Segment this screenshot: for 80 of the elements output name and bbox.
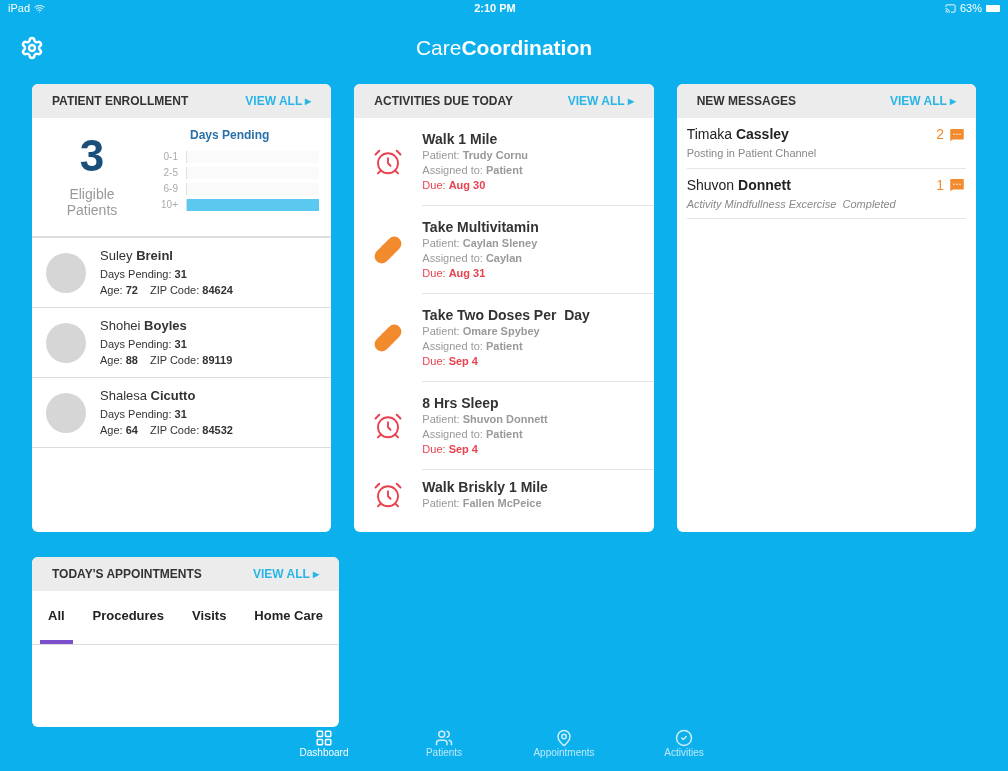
battery-percent: 63%	[959, 0, 982, 16]
app-title: CareCoordination	[415, 35, 593, 61]
days-pending: Days Pending: 31	[100, 266, 188, 282]
activity-patient: Patient: Fallen McPeice	[422, 496, 543, 511]
clock-time: 2:10 PM	[474, 0, 516, 16]
activity-patient: Patient: Shuvon Donnett	[422, 412, 549, 427]
appointment-tab[interactable]: Home Care	[246, 591, 331, 644]
patient-name: Shohei Boyles	[100, 317, 188, 336]
patient-age: Age: 64	[100, 423, 138, 439]
patient-name: Suley Breinl	[100, 247, 174, 266]
message-preview: Activity Mindfullness Excercise Completed	[686, 196, 897, 212]
range-label: 0-1	[162, 150, 179, 163]
settings-icon	[20, 36, 44, 60]
activity-title: Walk 1 Mile	[422, 130, 499, 148]
eligible-label: Eligible Patients	[65, 186, 119, 218]
unread-count: 1	[936, 175, 944, 195]
range-label: 6-9	[162, 182, 179, 195]
chart-title: Days Pending	[190, 127, 271, 144]
days-pending: Days Pending: 31	[100, 406, 188, 422]
sender-name: Timaka Cassley	[686, 125, 789, 144]
activity-patient: Patient: Omare Spybey	[422, 324, 541, 339]
range-label: 10+	[160, 198, 179, 211]
message-preview: Posting in Patient Channel	[686, 146, 818, 161]
activity-assignee: Assigned to: Patient	[422, 427, 524, 442]
view-all-link[interactable]: VIEW ALL ▸	[245, 92, 312, 110]
activity-title: 8 Hrs Sleep	[422, 394, 500, 412]
activity-assignee: Assigned to: Patient	[422, 339, 524, 354]
pill-icon	[373, 323, 404, 353]
view-all-link[interactable]: VIEW ALL ▸	[567, 92, 634, 110]
nav-tab[interactable]: Dashboard	[289, 729, 359, 759]
activity-due-date: Due: Sep 4	[422, 442, 479, 457]
wifi-icon	[34, 2, 46, 14]
zip-code: ZIP Code: 84532	[149, 423, 233, 439]
battery-icon	[986, 4, 1000, 12]
pill-icon	[373, 235, 404, 265]
appointment-tab[interactable]: All	[40, 591, 73, 644]
sender-name: Shuvon Donnett	[686, 175, 791, 195]
card-title: TODAY'S APPOINTMENTS	[52, 566, 202, 583]
activity-due-date: Due: Aug 31	[422, 266, 487, 281]
activity-patient: Patient: Caylan Sleney	[422, 236, 539, 251]
avatar-placeholder	[46, 392, 86, 433]
unread-count: 2	[936, 125, 944, 144]
nav-tab[interactable]: Patients	[409, 729, 479, 759]
patient-name: Shalesa Cicutto	[100, 387, 197, 406]
people-icon	[435, 729, 453, 747]
chat-bubble-icon	[948, 176, 966, 194]
activity-due-date: Due: Aug 30	[422, 178, 487, 193]
alarm-clock-icon	[373, 147, 404, 177]
avatar-placeholder	[46, 252, 86, 293]
range-label: 2-5	[162, 166, 179, 179]
days-pending: Days Pending: 31	[100, 336, 188, 352]
screen-mirror-icon	[944, 2, 956, 14]
card-title: NEW MESSAGES	[696, 93, 796, 110]
grid-icon	[315, 729, 333, 747]
view-all-link[interactable]: VIEW ALL ▸	[890, 92, 956, 110]
patient-age: Age: 72	[100, 283, 138, 299]
activity-title: Take Two Doses Per Day	[422, 306, 591, 324]
activity-patient: Patient: Trudy Cornu	[422, 148, 530, 163]
eligible-count: 3	[79, 134, 105, 178]
card-title: PATIENT ENROLLMENT	[52, 93, 189, 110]
avatar-placeholder	[46, 322, 86, 363]
appointment-tab[interactable]: Procedures	[84, 591, 173, 644]
zip-code: ZIP Code: 84624	[149, 283, 233, 299]
device-label: iPad	[8, 0, 31, 16]
map-pin-icon	[555, 729, 573, 747]
view-all-link[interactable]: VIEW ALL ▸	[253, 565, 319, 583]
nav-tab[interactable]: Appointments	[529, 729, 599, 759]
patient-age: Age: 88	[100, 353, 138, 369]
settings-button[interactable]	[20, 36, 44, 60]
activity-title: Walk Briskly 1 Mile	[422, 478, 549, 496]
nav-tab[interactable]: Activities	[649, 729, 719, 759]
check-circle-icon	[675, 729, 693, 747]
card-title: ACTIVITIES DUE TODAY	[374, 93, 514, 110]
alarm-clock-icon	[373, 411, 404, 441]
activity-assignee: Assigned to: Patient	[422, 163, 524, 178]
activity-title: Take Multivitamin	[422, 218, 540, 236]
activity-due-date: Due: Sep 4	[422, 354, 479, 369]
zip-code: ZIP Code: 89119	[149, 353, 233, 369]
appointment-tab[interactable]: Visits	[184, 591, 235, 644]
activity-assignee: Assigned to: Caylan	[422, 251, 523, 266]
